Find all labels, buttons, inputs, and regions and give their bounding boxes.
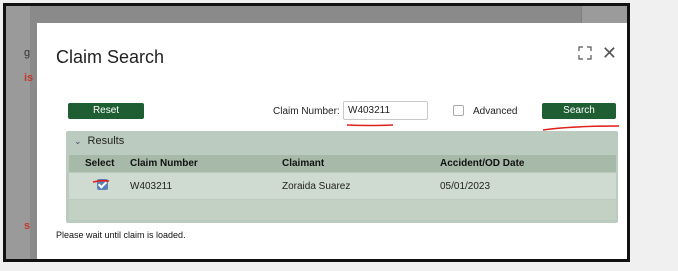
status-message: Please wait until claim is loaded.	[56, 230, 186, 240]
results-header[interactable]: ⌄ Results	[74, 135, 124, 147]
claim-number-input[interactable]	[343, 101, 428, 120]
close-icon[interactable]: ✕	[602, 44, 617, 62]
background-text-fragment-red: s	[24, 220, 31, 232]
dialog-title: Claim Search	[56, 47, 165, 67]
table-header-row: Select Claim Number Claimant Accident/OD…	[69, 155, 616, 172]
column-header-claim-number[interactable]: Claim Number	[126, 158, 282, 169]
cell-date: 05/01/2023	[440, 180, 491, 192]
search-button[interactable]: Search	[542, 103, 616, 119]
red-annotation-underline	[92, 179, 110, 183]
table-row[interactable]: W403211 Zoraida Suarez 05/01/2023	[69, 173, 616, 199]
screenshot-frame: g is s Claim Search ✕ Reset Claim Number…	[3, 3, 630, 262]
claim-number-label: Claim Number:	[273, 106, 340, 117]
chevron-down-icon[interactable]: ⌄	[74, 136, 82, 147]
dialog-window-controls: ✕	[578, 44, 617, 62]
table-footer	[69, 200, 616, 220]
cell-claim-number: W403211	[130, 180, 173, 192]
results-table: Select Claim Number Claimant Accident/OD…	[69, 155, 616, 220]
results-panel: ⌄ Results Select Claim Number Claimant A…	[66, 131, 618, 223]
reset-button[interactable]: Reset	[68, 103, 144, 119]
red-annotation-underline	[346, 124, 394, 127]
column-header-select: Select	[85, 158, 115, 169]
column-header-claimant[interactable]: Claimant	[282, 158, 440, 169]
background-text-fragment: g	[24, 47, 31, 59]
background-text-fragment-red: is	[24, 72, 34, 84]
advanced-checkbox[interactable]	[453, 105, 464, 116]
expand-icon[interactable]	[578, 46, 592, 60]
results-title: Results	[87, 135, 125, 147]
cell-claimant: Zoraida Suarez	[282, 180, 351, 192]
advanced-label: Advanced	[473, 106, 518, 117]
column-header-date[interactable]: Accident/OD Date	[440, 158, 610, 169]
claim-search-dialog: Claim Search ✕ Reset Claim Number: Advan…	[37, 23, 627, 259]
